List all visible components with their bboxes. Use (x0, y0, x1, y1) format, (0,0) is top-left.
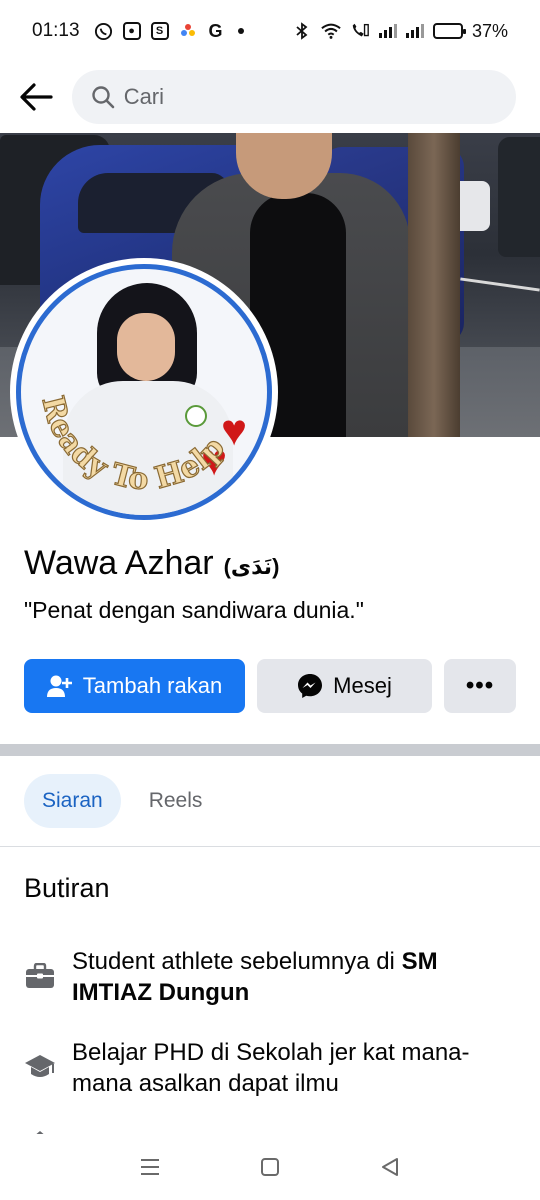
status-time: 01:13 (32, 20, 80, 41)
signal-1-icon (378, 24, 397, 38)
profile-bio: "Penat dengan sandiwara dunia." (24, 597, 364, 623)
detail-item-education[interactable]: Belajar PHD di Sekolah jer kat mana-mana… (24, 1037, 494, 1099)
profile-actions: Tambah rakan Mesej ••• (24, 659, 516, 713)
profile-alt-name: (نَدَى) (223, 554, 280, 579)
battery-icon (432, 23, 466, 39)
back-nav-button[interactable] (368, 1145, 412, 1189)
home-icon (24, 1126, 56, 1134)
shopee-icon: S (150, 21, 170, 41)
detail-work-text: Student athlete sebelumnya di SM IMTIAZ … (72, 948, 438, 1006)
search-icon (90, 83, 116, 111)
recents-button[interactable] (128, 1145, 172, 1189)
bluetooth-icon (292, 21, 312, 41)
add-friend-icon (46, 675, 72, 697)
search-input[interactable] (123, 84, 498, 110)
tab-reels[interactable]: Reels (131, 774, 221, 828)
profile-tabs: Siaran Reels (24, 774, 220, 828)
triangle-back-icon (382, 1158, 398, 1176)
status-bar: 01:13 ● S G 37% (0, 0, 540, 62)
google-icon: G (208, 20, 223, 41)
back-arrow-icon (20, 83, 53, 111)
add-friend-button[interactable]: Tambah rakan (24, 659, 245, 713)
add-friend-label: Tambah rakan (82, 673, 223, 698)
photos-icon (178, 21, 198, 41)
app-icon: ● (122, 21, 142, 41)
search-bar[interactable] (72, 70, 516, 124)
back-button[interactable] (16, 77, 56, 117)
detail-item-work[interactable]: Student athlete sebelumnya di SM IMTIAZ … (24, 946, 494, 1008)
system-nav-bar (0, 1134, 540, 1200)
avatar-caption-text: Ready To Help (34, 392, 232, 498)
square-icon (261, 1158, 279, 1176)
wifi-icon (321, 21, 341, 41)
message-button[interactable]: Mesej (257, 659, 432, 713)
profile-name-text: Wawa Azhar (24, 544, 214, 582)
more-options-icon: ••• (465, 672, 495, 699)
whatsapp-icon (94, 21, 114, 41)
svg-text:Ready To Help: Ready To Help (34, 393, 231, 497)
profile-avatar[interactable]: ♥ ♥ Ready To Help (10, 258, 278, 526)
search-header (0, 62, 540, 132)
section-divider (0, 744, 540, 756)
notification-dot (237, 28, 244, 34)
details-title: Butiran (24, 873, 110, 903)
home-button[interactable] (248, 1145, 292, 1189)
detail-item-partial (24, 1124, 494, 1134)
volte-icon (350, 21, 370, 41)
avatar-caption: Ready To Help (34, 392, 232, 498)
battery-percent: 37% (471, 20, 508, 41)
messenger-icon (298, 674, 323, 698)
menu-lines-icon (141, 1159, 159, 1175)
graduation-cap-icon (24, 1051, 56, 1083)
message-label: Mesej (333, 673, 392, 698)
tab-divider (0, 846, 540, 847)
tab-siaran[interactable]: Siaran (24, 774, 121, 828)
signal-2-icon (405, 24, 424, 38)
profile-name: Wawa Azhar (نَدَى) (24, 544, 279, 583)
briefcase-icon (24, 960, 56, 992)
cover-tree (408, 133, 460, 437)
detail-education-text: Belajar PHD di Sekolah jer kat mana-mana… (72, 1039, 470, 1097)
more-options-button[interactable]: ••• (444, 659, 516, 713)
